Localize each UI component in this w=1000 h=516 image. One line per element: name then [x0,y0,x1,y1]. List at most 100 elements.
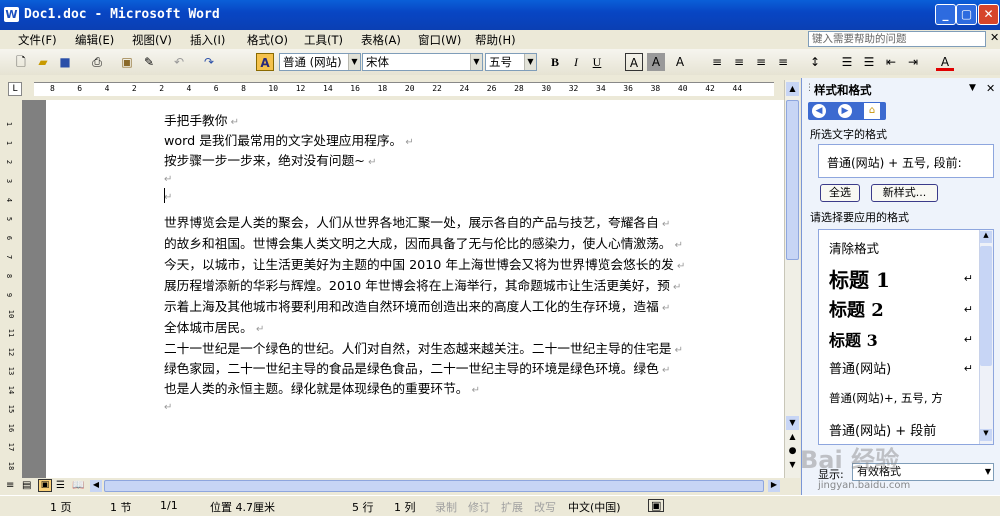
hscroll-thumb[interactable] [104,480,764,492]
menu-window[interactable]: 窗口(W) [418,32,461,48]
menu-insert[interactable]: 插入(I) [190,32,225,48]
open-icon[interactable]: ▰ [34,53,52,71]
format-painter-icon[interactable]: ✎ [140,53,158,71]
select-all-button[interactable]: 全选 [820,184,860,202]
justify-icon[interactable]: ≡ [774,53,792,71]
status-rec[interactable]: 录制 [435,499,457,515]
save-icon[interactable]: ■ [56,53,74,71]
decrease-indent-icon[interactable]: ⇤ [882,53,900,71]
outline-view-icon[interactable]: ☰ [56,480,65,491]
style-item-normal-web[interactable]: 普通(网站) [829,358,891,377]
browse-object-icon[interactable]: ● [786,446,799,460]
doc-line[interactable]: ↵ [164,188,172,203]
next-page-icon[interactable]: ▼ [786,460,799,474]
bullets-icon[interactable]: ☰ [860,53,878,71]
styles-pane-icon[interactable]: A [256,53,274,71]
doc-line[interactable]: 展历程增添新的华彩与辉煌。2010 年世博会将在上海举行，其命题城市让生活更美好… [164,275,681,294]
menu-file[interactable]: 文件(F) [18,32,57,48]
style-item-clear[interactable]: 清除格式 [829,238,879,257]
scroll-up-icon[interactable]: ▲ [786,82,799,96]
char-border-button[interactable]: A [625,53,643,71]
prev-page-icon[interactable]: ▲ [786,432,799,446]
tab-selector-icon[interactable]: L [8,82,22,96]
char-shading-button[interactable]: A [647,53,665,71]
line-spacing-icon[interactable]: ↕ [806,53,824,71]
word-app-icon[interactable]: W [4,7,19,22]
align-right-icon[interactable]: ≡ [752,53,770,71]
undo-icon[interactable]: ↶ [170,53,188,71]
spelling-status-icon[interactable]: ▣ [648,499,665,512]
horizontal-scrollbar[interactable]: ≡ ▤ ▣ ☰ 📖 ◀ ▶ [0,478,784,494]
selected-format-box[interactable]: 普通(网站) + 五号, 段前: [818,144,994,178]
doc-line[interactable]: 按步骤一步一步来，绝对没有问题~ ↵ [164,150,377,169]
print-icon[interactable]: ⎙ [88,53,106,71]
reading-view-icon[interactable]: 📖 [72,480,84,491]
back-icon[interactable]: ◀ [812,104,826,118]
menu-edit[interactable]: 编辑(E) [75,32,114,48]
scroll-down-icon[interactable]: ▼ [786,416,799,430]
italic-button[interactable]: I [567,53,585,71]
new-style-button[interactable]: 新样式... [871,184,938,202]
status-trk[interactable]: 修订 [468,499,490,515]
status-ovr[interactable]: 改写 [534,499,556,515]
numbering-icon[interactable]: ☰ [838,53,856,71]
close-doc-icon[interactable]: ✕ [990,31,999,44]
style-item-heading3[interactable]: 标题 3 [829,327,878,351]
increase-indent-icon[interactable]: ⇥ [904,53,922,71]
print-view-icon[interactable]: ▣ [38,479,52,492]
doc-line[interactable]: 二十一世纪是一个绿色的世纪。人们对自然，对生态越来越关注。二十一世纪主导的住宅是… [164,338,683,357]
pane-menu-icon[interactable]: ▼ [969,83,976,93]
doc-line[interactable]: ↵ [164,170,172,185]
menu-help[interactable]: 帮助(H) [475,32,516,48]
restore-button[interactable]: ▢ [956,4,977,25]
style-item-heading1[interactable]: 标题 1 [829,264,890,293]
doc-line[interactable]: 示着上海及其他城市将要利用和改造自然环境而创造出来的高度人工化的生存环境，造福 … [164,296,670,315]
list-scroll-up-icon[interactable]: ▲ [980,231,992,243]
doc-line[interactable]: 绿色家园，二十一世纪主导的食品是绿色食品，二十一世纪主导的环境是绿色环境。绿色 … [164,358,670,377]
size-combo[interactable]: 五号 ▼ [485,53,537,71]
doc-line[interactable]: 手把手教你 ↵ [164,110,239,129]
align-center-icon[interactable]: ≡ [730,53,748,71]
scroll-left-icon[interactable]: ◀ [90,480,102,492]
new-doc-icon[interactable]: 🗋 [12,53,30,71]
doc-line[interactable]: 全体城市居民。 ↵ [164,317,264,336]
underline-button[interactable]: U [588,53,606,71]
phonetic-button[interactable]: A [671,53,689,71]
align-left-icon[interactable]: ≡ [708,53,726,71]
menu-table[interactable]: 表格(A) [361,32,401,48]
normal-view-icon[interactable]: ≡ [6,480,14,491]
menu-view[interactable]: 视图(V) [132,32,172,48]
close-button[interactable]: ✕ [978,4,999,25]
web-view-icon[interactable]: ▤ [22,480,31,491]
style-list[interactable]: 清除格式 标题 1 ↵ 标题 2 ↵ 标题 3 ↵ 普通(网站) ↵ 普通(网站… [818,229,994,445]
font-combo[interactable]: 宋体 ▼ [362,53,483,71]
scroll-right-icon[interactable]: ▶ [768,480,780,492]
help-search-input[interactable]: 键入需要帮助的问题 [808,31,986,47]
style-item-normal-web-before[interactable]: 普通(网站) + 段前 [829,420,936,439]
status-ext[interactable]: 扩展 [501,499,523,515]
menu-tools[interactable]: 工具(T) [304,32,343,48]
style-item-heading2[interactable]: 标题 2 [829,296,884,322]
document-page[interactable]: 手把手教你 ↵ word 是我们最常用的文字处理应用程序。 ↵ 按步骤一步一步来，绝… [46,100,784,478]
home-icon[interactable]: ⌂ [864,103,880,119]
doc-line[interactable]: 也是人类的永恒主题。绿化就是体现绿色的重要环节。 ↵ [164,378,480,397]
pane-close-icon[interactable]: ✕ [986,82,995,95]
style-item-normal-web-size[interactable]: 普通(网站)+, 五号, 方 [829,390,943,406]
bold-button[interactable]: B [546,53,564,71]
doc-line[interactable]: 世界博览会是人类的聚会，人们从世界各地汇聚一处，展示各自的产品与技艺，夸耀各自 … [164,212,670,231]
font-color-button[interactable]: A [936,53,954,71]
forward-icon[interactable]: ▶ [838,104,852,118]
scroll-thumb[interactable] [786,100,799,260]
doc-line[interactable]: 的故乡和祖国。世博会集人类文明之大成，因而具备了无与伦比的感染力，使人心情激荡。… [164,233,683,252]
list-scroll-thumb[interactable] [980,246,992,366]
redo-icon[interactable]: ↷ [200,53,218,71]
style-combo[interactable]: 普通 (网站) ▼ [279,53,361,71]
menu-format[interactable]: 格式(O) [247,32,288,48]
doc-line[interactable]: ↵ [164,398,172,413]
minimize-button[interactable]: _ [935,4,956,25]
doc-line[interactable]: word 是我们最常用的文字处理应用程序。 ↵ [164,130,414,149]
list-scroll-down-icon[interactable]: ▼ [980,429,992,441]
paste-icon[interactable]: ▣ [118,53,136,71]
doc-line[interactable]: 今天，以城市，让生活更美好为主题的中国 2010 年上海世博会又将为世界博览会悠… [164,254,685,273]
vertical-scrollbar[interactable]: ▲ ▼ ▲ ● ▼ [784,80,800,478]
